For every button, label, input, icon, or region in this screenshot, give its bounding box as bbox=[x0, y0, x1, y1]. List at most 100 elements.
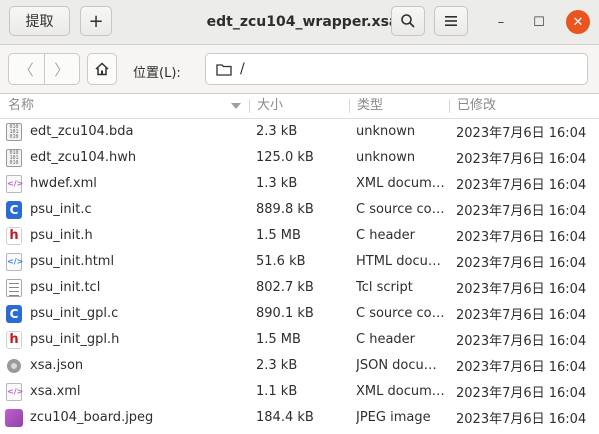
file-name: edt_zcu104.bda bbox=[30, 124, 134, 139]
add-files-button[interactable]: + bbox=[80, 6, 112, 36]
file-size: 51.6 kB bbox=[256, 254, 306, 269]
html-file-icon: </> bbox=[6, 253, 23, 271]
image-file-icon bbox=[5, 409, 23, 427]
header-bar: 提取 + edt_zcu104_wrapper.xsa – ☐ ✕ bbox=[0, 0, 599, 45]
file-name: psu_init.html bbox=[30, 254, 115, 269]
search-icon bbox=[401, 14, 415, 28]
nav-buttons: 〈 〉 bbox=[8, 53, 80, 85]
minimize-button[interactable]: – bbox=[489, 10, 513, 34]
file-size: 2.3 kB bbox=[256, 124, 298, 139]
close-button[interactable]: ✕ bbox=[566, 10, 590, 34]
file-row[interactable]: xsa.json 2.3 kB JSON document 2023年7月6日 16:… bbox=[0, 353, 599, 379]
file-size: 125.0 kB bbox=[256, 150, 314, 165]
file-row[interactable]: 010 101 010 edt_zcu104.bda 2.3 kB unknown 2023… bbox=[0, 119, 599, 145]
file-name: psu_init.c bbox=[30, 202, 92, 217]
file-name: zcu104_board.jpeg bbox=[30, 410, 154, 425]
file-row[interactable]: </> hwdef.xml 1.3 kB XML document 2023年7月6日 … bbox=[0, 171, 599, 197]
c-header-icon: h bbox=[6, 227, 22, 245]
file-modified: 2023年7月6日 16:04 bbox=[456, 126, 587, 141]
file-size: 889.8 kB bbox=[256, 202, 314, 217]
column-header-row: 名称 大小 类型 已修改 bbox=[0, 94, 599, 119]
file-row[interactable]: h psu_init_gpl.h 1.5 MB C header 2023年7月6日 1… bbox=[0, 327, 599, 353]
file-name: psu_init.h bbox=[30, 228, 93, 243]
location-path: / bbox=[240, 61, 245, 77]
home-icon bbox=[95, 62, 109, 76]
search-button[interactable] bbox=[391, 6, 425, 36]
location-field[interactable]: / bbox=[205, 53, 588, 85]
hamburger-menu-icon bbox=[445, 16, 457, 26]
file-modified: 2023年7月6日 16:04 bbox=[456, 308, 587, 323]
xml-file-icon: </> bbox=[6, 175, 23, 193]
file-name: xsa.json bbox=[30, 358, 84, 373]
file-name: psu_init.tcl bbox=[30, 280, 101, 295]
home-button[interactable] bbox=[87, 53, 117, 85]
file-type: JPEG image bbox=[356, 410, 431, 425]
file-name: psu_init_gpl.h bbox=[30, 332, 120, 347]
extract-button[interactable]: 提取 bbox=[9, 6, 70, 36]
back-button[interactable]: 〈 bbox=[9, 54, 45, 84]
file-type: XML document bbox=[356, 176, 446, 191]
file-modified: 2023年7月6日 16:04 bbox=[456, 230, 587, 245]
file-size: 2.3 kB bbox=[256, 358, 298, 373]
json-file-icon bbox=[7, 359, 21, 373]
file-type: C source code bbox=[356, 306, 446, 321]
file-name: psu_init_gpl.c bbox=[30, 306, 119, 321]
maximize-button[interactable]: ☐ bbox=[527, 10, 551, 34]
file-name: xsa.xml bbox=[30, 384, 81, 399]
file-modified: 2023年7月6日 16:04 bbox=[456, 412, 587, 427]
file-row[interactable]: Cpsu_init_gpl.c 890.1 kB C source code 2023… bbox=[0, 301, 599, 327]
file-type: unknown bbox=[356, 124, 416, 139]
file-type: JSON document bbox=[356, 358, 446, 373]
file-size: 1.1 kB bbox=[256, 384, 298, 399]
xml-file-icon: </> bbox=[6, 383, 23, 401]
sort-descending-icon bbox=[231, 103, 241, 109]
file-row[interactable]: zcu104_board.jpeg 184.4 kB JPEG image 2023年… bbox=[0, 405, 599, 431]
text-file-icon bbox=[6, 279, 22, 297]
column-modified[interactable]: 已修改 bbox=[457, 94, 496, 118]
file-size: 184.4 kB bbox=[256, 410, 314, 425]
file-row[interactable]: Cpsu_init.c 889.8 kB C source code 2023年7月6… bbox=[0, 197, 599, 223]
file-modified: 2023年7月6日 16:04 bbox=[456, 152, 587, 167]
location-bar: 〈 〉 位置(L): / bbox=[0, 45, 599, 94]
file-row[interactable]: h psu_init.h 1.5 MB C header 2023年7月6日 16:04 bbox=[0, 223, 599, 249]
file-size: 1.3 kB bbox=[256, 176, 298, 191]
column-name[interactable]: 名称 bbox=[8, 94, 34, 118]
file-name: edt_zcu104.hwh bbox=[30, 150, 137, 165]
file-list: 010 101 010 edt_zcu104.bda 2.3 kB unknown 2023… bbox=[0, 119, 599, 431]
binary-file-icon: 010 101 010 bbox=[6, 123, 22, 141]
c-source-icon: C bbox=[6, 201, 22, 219]
file-modified: 2023年7月6日 16:04 bbox=[456, 178, 587, 193]
file-modified: 2023年7月6日 16:04 bbox=[456, 282, 587, 297]
file-type: C header bbox=[356, 228, 416, 243]
file-modified: 2023年7月6日 16:04 bbox=[456, 256, 587, 271]
file-row[interactable]: </> xsa.xml 1.1 kB XML document 2023年7月6日 16… bbox=[0, 379, 599, 405]
window-title: edt_zcu104_wrapper.xsa bbox=[206, 14, 399, 30]
file-size: 802.7 kB bbox=[256, 280, 314, 295]
c-header-icon: h bbox=[6, 331, 22, 349]
file-modified: 2023年7月6日 16:04 bbox=[456, 334, 587, 349]
location-label: 位置(L): bbox=[133, 66, 181, 81]
column-separator bbox=[349, 99, 350, 113]
file-modified: 2023年7月6日 16:04 bbox=[456, 386, 587, 401]
file-modified: 2023年7月6日 16:04 bbox=[456, 360, 587, 375]
c-source-icon: C bbox=[6, 305, 22, 323]
file-row[interactable]: </> psu_init.html 51.6 kB HTML document 2023… bbox=[0, 249, 599, 275]
file-modified: 2023年7月6日 16:04 bbox=[456, 204, 587, 219]
forward-button[interactable]: 〉 bbox=[45, 54, 80, 84]
binary-file-icon: 010 101 010 bbox=[6, 149, 22, 167]
column-separator bbox=[249, 99, 250, 113]
file-row[interactable]: psu_init.tcl 802.7 kB Tcl script 2023年7月6日 … bbox=[0, 275, 599, 301]
file-size: 890.1 kB bbox=[256, 306, 314, 321]
column-separator bbox=[449, 99, 450, 113]
column-size[interactable]: 大小 bbox=[257, 94, 283, 118]
column-type[interactable]: 类型 bbox=[357, 94, 383, 118]
file-row[interactable]: 010 101 010 edt_zcu104.hwh 125.0 kB unknown 20… bbox=[0, 145, 599, 171]
folder-icon bbox=[216, 63, 232, 76]
file-type: XML document bbox=[356, 384, 446, 399]
menu-button[interactable] bbox=[434, 6, 468, 36]
file-size: 1.5 MB bbox=[256, 228, 301, 243]
file-type: C source code bbox=[356, 202, 446, 217]
file-type: C header bbox=[356, 332, 416, 347]
file-type: unknown bbox=[356, 150, 416, 165]
file-name: hwdef.xml bbox=[30, 176, 97, 191]
